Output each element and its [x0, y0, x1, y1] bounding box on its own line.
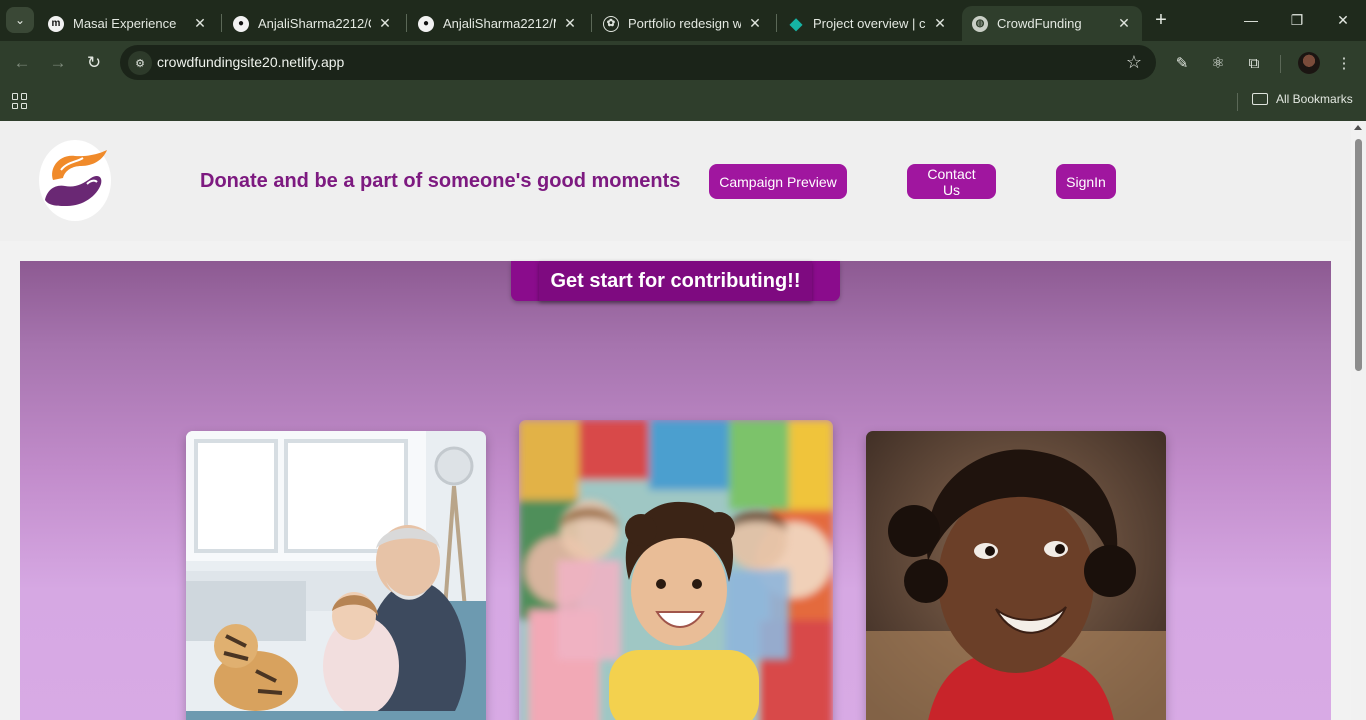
scroll-up-arrow-icon[interactable]: [1354, 125, 1362, 130]
close-window-button[interactable]: ✕: [1320, 6, 1366, 34]
page-viewport: Donate and be a part of someone's good m…: [0, 121, 1351, 720]
new-tab-button[interactable]: +: [1150, 9, 1172, 31]
get-started-button[interactable]: Get start for contributing!!: [511, 261, 840, 301]
site-info-icon[interactable]: ⚙: [128, 51, 152, 75]
tab-strip: ⌄ m Masai Experience ✕ ● AnjaliSharma221…: [0, 0, 1366, 41]
menu-kebab-icon[interactable]: ⋮: [1334, 53, 1354, 73]
signin-button[interactable]: SignIn: [1056, 164, 1116, 199]
tab-title: Project overview | cro: [813, 16, 926, 31]
restore-button[interactable]: ❐: [1274, 6, 1320, 34]
bookmark-star-icon[interactable]: ☆: [1126, 52, 1142, 73]
url-text[interactable]: crowdfundingsite20.netlify.app: [157, 54, 344, 70]
kids-group-photo: [519, 420, 833, 720]
tab-title: CrowdFunding: [997, 16, 1082, 31]
tab-project-overview[interactable]: ◆ Project overview | cro ✕: [778, 6, 958, 41]
close-icon[interactable]: ✕: [747, 15, 763, 32]
close-icon[interactable]: ✕: [932, 15, 948, 32]
helping-hands-icon: [45, 150, 107, 206]
close-icon[interactable]: ✕: [1116, 15, 1132, 32]
smiling-girl-photo: [866, 431, 1166, 720]
close-icon[interactable]: ✕: [562, 15, 578, 32]
campaign-card-grandfather[interactable]: [186, 431, 486, 720]
all-bookmarks-label: All Bookmarks: [1276, 92, 1353, 106]
get-started-label: Get start for contributing!!: [550, 269, 801, 292]
tab-crowdfunding[interactable]: ◍ CrowdFunding ✕: [962, 6, 1142, 41]
tab-github-2[interactable]: ● AnjaliSharma2212/M ✕: [408, 6, 588, 41]
extensions-icon[interactable]: ⧉: [1244, 53, 1264, 73]
globe-icon: ◍: [972, 15, 988, 32]
scrollbar-thumb[interactable]: [1355, 139, 1362, 371]
tab-search-button[interactable]: ⌄: [6, 7, 34, 33]
hero-section: Get start for contributing!!: [20, 261, 1331, 720]
tab-masai[interactable]: m Masai Experience ✕: [38, 6, 218, 41]
all-bookmarks-button[interactable]: All Bookmarks: [1252, 92, 1353, 106]
close-icon[interactable]: ✕: [377, 15, 393, 32]
address-bar[interactable]: ⚙ crowdfundingsite20.netlify.app ☆: [120, 45, 1156, 80]
page-scrollbar[interactable]: [1351, 121, 1366, 720]
forward-button[interactable]: →: [46, 51, 70, 75]
tab-chatgpt[interactable]: ✿ Portfolio redesign wit ✕: [593, 6, 773, 41]
tab-title: AnjaliSharma2212/Cr: [258, 16, 371, 31]
contact-us-button[interactable]: Contact Us: [907, 164, 996, 199]
apps-grid-icon[interactable]: [12, 93, 28, 109]
site-logo[interactable]: [39, 140, 111, 221]
grandfather-child-photo: [186, 431, 486, 720]
openai-icon: ✿: [603, 15, 619, 32]
campaign-preview-button[interactable]: Campaign Preview: [709, 164, 847, 199]
react-devtools-icon[interactable]: ⚛: [1208, 53, 1228, 73]
github-icon: ●: [418, 15, 434, 32]
site-header: Donate and be a part of someone's good m…: [0, 121, 1351, 241]
reload-button[interactable]: ↻: [82, 51, 106, 75]
folder-icon: [1252, 93, 1268, 105]
close-icon[interactable]: ✕: [192, 15, 208, 32]
campaign-card-girl[interactable]: [866, 431, 1166, 720]
pen-icon[interactable]: ✎: [1172, 53, 1192, 73]
profile-avatar[interactable]: [1298, 52, 1320, 74]
bookmarks-bar: All Bookmarks: [0, 85, 1366, 121]
back-button[interactable]: ←: [10, 51, 34, 75]
masai-m-icon: m: [48, 15, 64, 32]
tab-title: Masai Experience: [73, 16, 177, 31]
diamond-icon: ◆: [789, 15, 803, 33]
campaign-card-kids[interactable]: [519, 420, 833, 720]
tab-github-1[interactable]: ● AnjaliSharma2212/Cr ✕: [223, 6, 403, 41]
github-icon: ●: [233, 15, 249, 32]
tab-title: AnjaliSharma2212/M: [443, 16, 556, 31]
tab-title: Portfolio redesign wit: [628, 16, 741, 31]
minimize-button[interactable]: —: [1228, 6, 1274, 34]
browser-toolbar: ← → ↻ ⚙ crowdfundingsite20.netlify.app ☆…: [0, 41, 1366, 85]
browser-chrome: ⌄ m Masai Experience ✕ ● AnjaliSharma221…: [0, 0, 1366, 121]
site-tagline: Donate and be a part of someone's good m…: [200, 170, 681, 192]
